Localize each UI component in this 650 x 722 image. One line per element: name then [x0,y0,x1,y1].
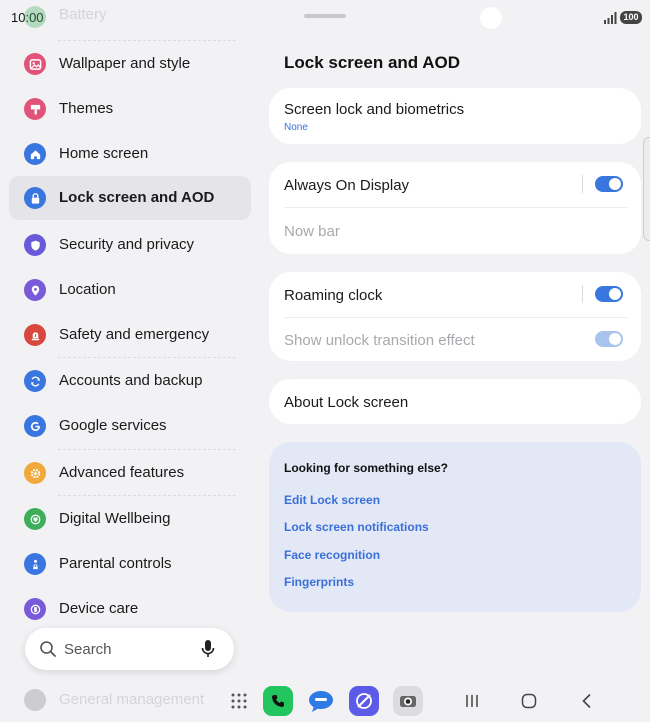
sidebar-item-security[interactable]: Security and privacy [9,223,251,267]
google-g-icon [24,415,46,437]
lock-icon [24,187,46,209]
sidebar-item-lock-screen[interactable]: Lock screen and AOD [9,176,251,220]
roaming-clock-card: Roaming clock Show unlock transition eff… [269,272,641,361]
sidebar-item-device-care[interactable]: Device care [9,587,251,631]
vertical-divider [582,285,583,303]
sidebar-item-battery[interactable]: Battery [9,0,251,40]
sync-icon [24,370,46,392]
sidebar-item-label: Device care [59,600,139,617]
camera-app-icon[interactable] [393,686,423,716]
internet-app-icon[interactable] [349,686,379,716]
unlock-effect-toggle [595,331,623,347]
link-face-recognition[interactable]: Face recognition [284,548,380,562]
emergency-icon [24,324,46,346]
roaming-clock-title: Roaming clock [284,287,383,304]
battery-icon: 100 [620,11,642,24]
divider [58,495,236,496]
link-lock-screen-notifications[interactable]: Lock screen notifications [284,520,429,534]
gear-plus-icon [24,462,46,484]
page-title: Lock screen and AOD [284,53,461,72]
messages-app-icon[interactable] [306,686,336,716]
front-camera-cutout [480,7,502,29]
now-bar-row[interactable]: Now bar [269,208,641,254]
roaming-clock-toggle[interactable] [595,286,623,302]
aod-toggle[interactable] [595,176,623,192]
wallpaper-icon [24,53,46,75]
link-edit-lock-screen[interactable]: Edit Lock screen [284,493,380,507]
sidebar-item-wellbeing[interactable]: Digital Wellbeing [9,497,251,541]
screen-lock-subtitle: None [284,122,308,133]
sidebar-item-label: Location [59,281,116,298]
sidebar-item-label: Advanced features [59,464,185,481]
screen-lock-card[interactable]: Screen lock and biometrics None [269,88,641,144]
phone-app-icon[interactable] [263,686,293,716]
sidebar-item-label: Accounts and backup [59,372,203,389]
device-care-icon [24,598,46,620]
sidebar-item-label: Battery [59,6,107,23]
brush-icon [24,98,46,120]
sidebar-item-parental[interactable]: Parental controls [9,542,251,586]
sidebar-item-google[interactable]: Google services [9,404,251,448]
sidebar-item-location[interactable]: Location [9,268,251,312]
aod-title: Always On Display [284,177,410,194]
divider [58,357,236,358]
sidebar-item-label: Digital Wellbeing [59,510,171,527]
looking-for-something-else-card: Looking for something else? Edit Lock sc… [269,442,641,612]
link-fingerprints[interactable]: Fingerprints [284,575,354,589]
roaming-clock-row[interactable]: Roaming clock [269,272,641,317]
sidebar-item-wallpaper[interactable]: Wallpaper and style [9,42,251,86]
aod-row[interactable]: Always On Display [269,162,641,208]
settings-sidebar: Battery Wallpaper and style Themes Home … [0,0,260,722]
drag-handle[interactable] [304,14,346,18]
home-button[interactable] [520,692,538,710]
sidebar-item-label: Themes [59,100,114,117]
search-icon [40,641,56,657]
about-lock-screen-card[interactable]: About Lock screen [269,379,641,424]
parent-child-icon [24,553,46,575]
taskbar [0,680,650,722]
back-button[interactable] [578,692,596,710]
sidebar-item-label: Parental controls [59,555,172,572]
home-icon [24,143,46,165]
signal-icon [604,12,617,24]
battery-settings-icon [24,6,46,28]
sidebar-item-advanced[interactable]: Advanced features [9,451,251,495]
sidebar-item-label: Wallpaper and style [59,55,191,72]
sidebar-item-home-screen[interactable]: Home screen [9,132,251,176]
microphone-icon[interactable] [200,639,216,659]
divider [58,449,236,450]
recent-apps-button[interactable] [463,692,481,710]
aod-card: Always On Display Now bar [269,162,641,254]
unlock-effect-title: Show unlock transition effect [284,332,475,349]
vertical-divider [582,175,583,193]
screen-lock-title: Screen lock and biometrics [284,101,465,118]
looking-title: Looking for something else? [284,461,449,475]
app-drawer-icon[interactable] [231,693,247,709]
sidebar-item-themes[interactable]: Themes [9,87,251,131]
sidebar-item-label: Security and privacy [59,236,195,253]
search-input[interactable]: Search [64,641,112,658]
location-pin-icon [24,279,46,301]
sidebar-item-label: Google services [59,417,167,434]
shield-icon [24,234,46,256]
about-lock-screen-title: About Lock screen [284,394,409,411]
sidebar-item-label: Safety and emergency [59,326,210,343]
now-bar-title: Now bar [284,223,340,240]
search-bar[interactable]: Search [25,628,234,670]
sidebar-item-label: Lock screen and AOD [59,189,215,206]
edge-panel-handle[interactable] [643,137,650,241]
sidebar-item-label: Home screen [59,145,149,162]
sidebar-item-safety[interactable]: Safety and emergency [9,313,251,357]
wellbeing-heart-icon [24,508,46,530]
unlock-effect-row: Show unlock transition effect [269,318,641,361]
sidebar-item-accounts[interactable]: Accounts and backup [9,359,251,403]
divider [58,40,236,41]
